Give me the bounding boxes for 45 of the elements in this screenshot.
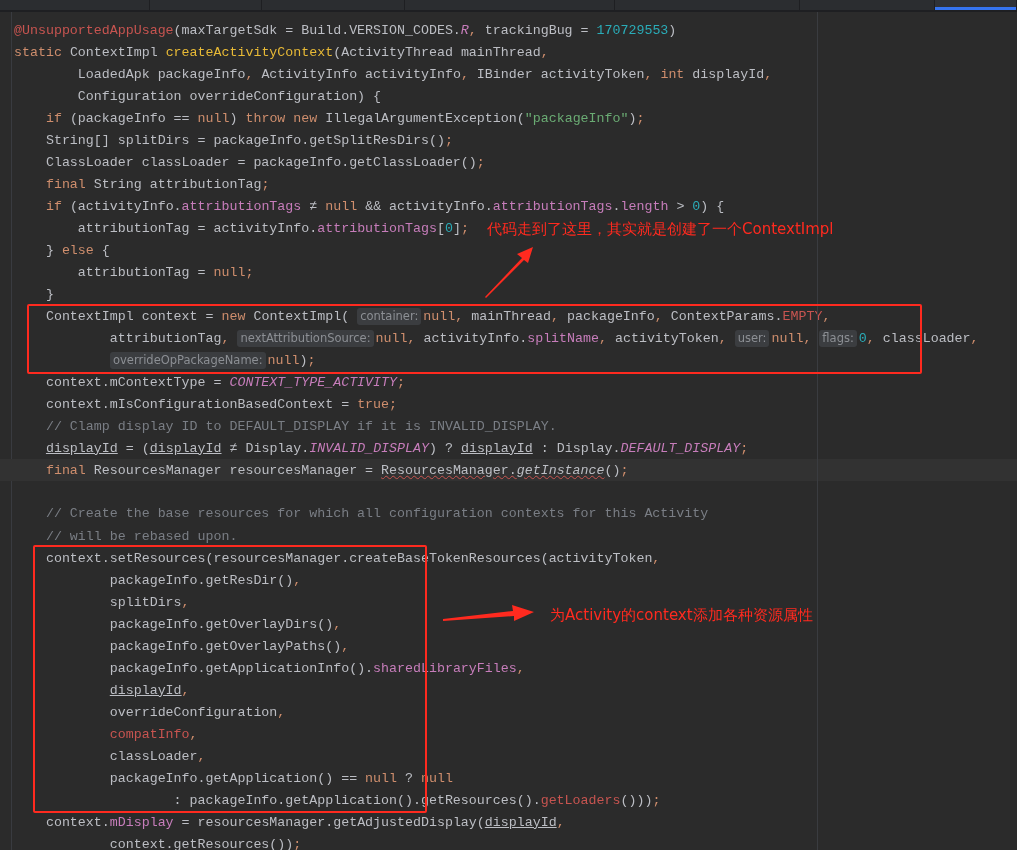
code-text: null); (267, 352, 316, 368)
code-text: ContextImpl context = new ContextImpl( (44, 308, 350, 324)
parameter-hint: nextAttributionSource: (237, 329, 374, 347)
code-line: packageInfo.getOverlayDirs(), (108, 616, 342, 632)
code-text: null, activityInfo.splitName, activityToken, (375, 330, 727, 346)
code-line: attributionTag = null; (76, 264, 254, 280)
annotation-note: 为Activity的context添加各种资源属性 (550, 606, 813, 625)
code-line: } else { (44, 242, 110, 258)
code-line: compatInfo, (108, 726, 198, 742)
parameter-hint: overrideOpPackageName: (110, 351, 266, 369)
code-line: Configuration overrideConfiguration) { (76, 88, 382, 104)
code-line: packageInfo.getResDir(), (108, 572, 302, 588)
code-line: context.mContextType = CONTEXT_TYPE_ACTIVITY; (44, 374, 405, 390)
code-line: context.getResources()); (108, 836, 302, 850)
code-text: null, mainThread, packageInfo, ContextParams.EMPTY, (423, 308, 831, 324)
code-line: static ContextImpl createActivityContext(ActivityThread mainThread, (14, 44, 549, 60)
annotation-arrow (484, 246, 534, 298)
code-line: if (activityInfo.attributionTags ≠ null && activityInfo.attributionTags.length > 0) { (44, 198, 725, 214)
code-line: attributionTag = activityInfo.attributionTags[0]; (76, 220, 469, 236)
code-text: null, (771, 330, 812, 346)
code-line: displayId = (displayId ≠ Display.INVALID_DISPLAY) ? displayId : Display.DEFAULT_DISPLAY; (44, 440, 749, 456)
code-line: final String attributionTag; (44, 176, 270, 192)
code-line: // Create the base resources for which all configuration contexts for this Activity (44, 506, 709, 521)
code-line: classLoader, (108, 748, 206, 764)
code-line: overrideConfiguration, (108, 704, 286, 720)
code-line: context.mDisplay = resourcesManager.getAdjustedDisplay(displayId, (44, 814, 565, 830)
code-line: @UnsupportedAppUsage(maxTargetSdk = Build.VERSION_CODES.R, trackingBug = 170729553) (14, 22, 677, 38)
code-line: LoadedApk packageInfo, ActivityInfo activityInfo, IBinder activityToken, int displayId, (76, 66, 773, 82)
code-line: final ResourcesManager resourcesManager = ResourcesManager.getInstance(); (44, 462, 629, 478)
annotation-note: 代码走到了这里，其实就是创建了一个ContextImpl (487, 220, 834, 239)
parameter-hint: user: (734, 329, 770, 347)
code-line: context.mIsConfigurationBasedContext = true; (44, 396, 398, 412)
code-line: displayId, (108, 682, 190, 698)
parameter-hint: container: (357, 307, 422, 325)
code-line: ClassLoader classLoader = packageInfo.getClassLoader(); (44, 154, 485, 170)
editor-tab[interactable] (934, 0, 1017, 10)
code-line: splitDirs, (108, 594, 190, 610)
code-line: String[] splitDirs = packageInfo.getSplitResDirs(); (44, 132, 453, 148)
code-text: attributionTag, (108, 330, 230, 346)
code-line: packageInfo.getOverlayPaths(), (108, 638, 350, 654)
code-line: // will be rebased upon. (44, 528, 238, 544)
code-line: // Clamp display ID to DEFAULT_DISPLAY if it is INVALID_DISPLAY. (44, 418, 557, 434)
parameter-hint: flags: (819, 329, 857, 347)
code-line: } (44, 286, 54, 302)
code-line: if (packageInfo == null) throw new IllegalArgumentException("packageInfo"); (44, 110, 645, 126)
